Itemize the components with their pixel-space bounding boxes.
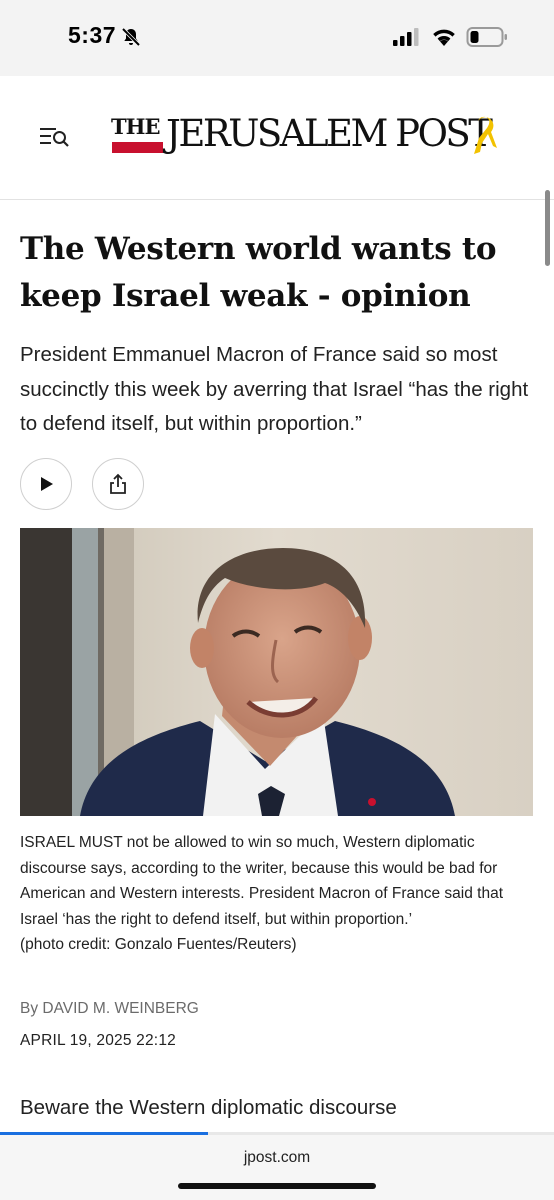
article-headline: The Western world wants to keep Israel w… (20, 231, 497, 314)
cellular-signal-icon (393, 28, 419, 46)
scroll-indicator[interactable] (545, 190, 550, 266)
share-button[interactable] (92, 458, 144, 510)
bell-slash-icon (121, 27, 141, 47)
logo-the: THE (111, 114, 160, 139)
byline-prefix: By (20, 1000, 39, 1017)
photo-credit: (photo credit: Gonzalo Fuentes/Reuters) (20, 936, 297, 953)
address-bar[interactable]: jpost.com (0, 1135, 554, 1200)
article-subheadline: President Emmanuel Macron of France said… (20, 343, 529, 435)
author-link[interactable]: DAVID M. WEINBERG (42, 1000, 198, 1017)
logo-name: JERUSALEM POST (166, 112, 493, 155)
article-photo[interactable] (20, 528, 533, 816)
play-icon (41, 477, 53, 491)
share-icon (110, 473, 126, 494)
menu-search-icon[interactable] (38, 123, 72, 151)
status-bar: 5:37 (0, 0, 554, 76)
byline: By DAVID M. WEINBERG (20, 1000, 199, 1018)
macron-portrait-image (20, 528, 533, 816)
logo-red-bar (112, 142, 163, 153)
url-text[interactable]: jpost.com (0, 1149, 554, 1167)
wifi-icon (433, 29, 455, 46)
site-logo[interactable]: THE JERUSALEM POST (108, 112, 508, 166)
article-body-first-line: Beware the Western diplomatic discourse (20, 1096, 397, 1119)
publish-date: APRIL 19, 2025 22:12 (20, 1032, 176, 1049)
photo-caption: ISRAEL MUST not be allowed to win so muc… (20, 830, 534, 958)
play-audio-button[interactable] (20, 458, 72, 510)
status-time: 5:37 (68, 22, 117, 48)
site-header: THE JERUSALEM POST (0, 76, 554, 266)
yellow-ribbon-icon (474, 116, 497, 154)
battery-icon (466, 27, 507, 47)
home-indicator[interactable] (178, 1183, 376, 1189)
photo-caption-text: ISRAEL MUST not be allowed to win so muc… (20, 834, 504, 928)
